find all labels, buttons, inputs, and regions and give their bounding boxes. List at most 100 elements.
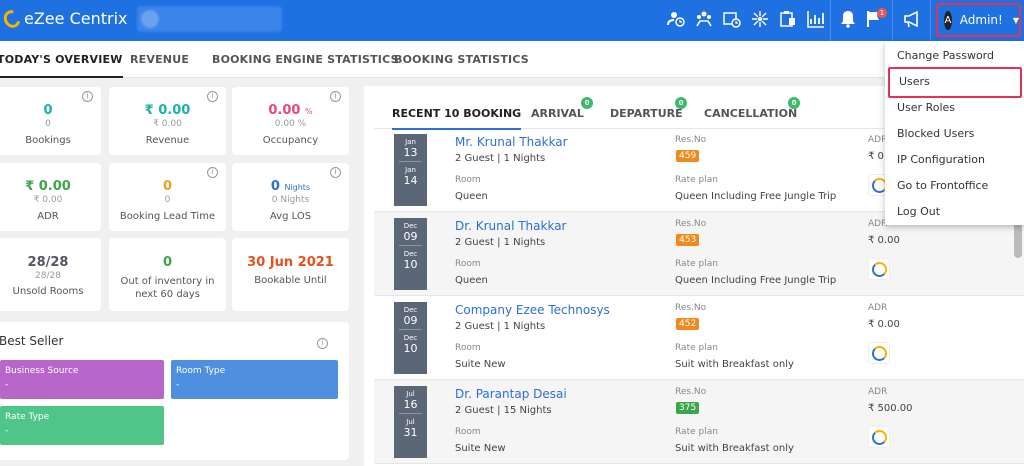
kpi-value: 0 [162,179,173,194]
kpi-adr: ₹ 0.00 ₹ 0.00 ADR [0,163,101,231]
kpi-label: Unsold Rooms [12,286,84,297]
room-value: Queen [455,275,488,286]
room-value: Queen [455,191,488,202]
guest-summary: 2 Guest | 15 Nights [455,405,552,416]
network-icon[interactable] [750,10,770,30]
room-label: Room [455,343,481,353]
property-selector[interactable] [137,6,282,32]
kpi-value-number: 0 [270,179,280,194]
checkout-day: 10 [403,258,418,271]
rateplan-label: Rate plan [675,259,718,269]
tab-booking-engine-statistics[interactable]: BOOKING ENGINE STATISTICS [212,53,399,66]
avatar: A [944,10,952,30]
booking-tabs: RECENT 10 BOOKING ARRIVAL 0 DEPARTURE 0 CA… [374,86,894,130]
kpi-value: 0 Nights [232,179,349,194]
tab-cancellation[interactable]: CANCELLATION 0 [704,97,800,120]
kpi-sub: 0.00 % [274,119,307,129]
booking-row[interactable]: Dec 09 Dec 10 Company Ezee Technosys 2 G… [374,296,1024,380]
checkout-day: 10 [403,342,418,355]
kpi-value: 0.00 % [232,103,349,118]
kpi-out-of-inventory: 0 Out of inventory in next 60 days [109,238,226,311]
adr-label: ADR [868,303,888,313]
checkin-day: 16 [403,398,418,411]
calendar-clock-icon[interactable] [722,10,742,30]
clipboard-icon[interactable] [778,10,798,30]
tab-arrival[interactable]: ARRIVAL 0 [531,97,593,120]
bar-chart-icon[interactable] [806,10,826,30]
guest-name-link[interactable]: Mr. Krunal Thakkar [455,135,568,149]
guest-name-link[interactable]: Dr. Krunal Thakkar [455,219,566,233]
app-logo[interactable]: eZee Centrix [0,6,128,31]
rateplan-value: Suit with Breakfast only [675,359,794,370]
kpi-label: Occupancy [262,135,319,146]
guest-name-link[interactable]: Company Ezee Technosys [455,303,610,317]
channel-logo-icon [868,258,890,280]
resno-badge: 375 [676,402,700,414]
tile-business-source[interactable]: Business Source - [0,360,164,399]
menu-item-log-out[interactable]: Log Out [885,198,1024,224]
tab-departure[interactable]: DEPARTURE 0 [610,97,687,120]
info-icon[interactable]: i [330,167,341,178]
booking-row[interactable]: Jul 16 Jul 31 Dr. Parantap Desai 2 Guest… [374,380,1024,464]
menu-item-ip-configuration[interactable]: IP Configuration [885,146,1024,172]
megaphone-icon[interactable] [902,10,922,30]
kpi-booking-lead-time: i 0 0 Booking Lead Time [109,163,226,231]
info-icon[interactable]: i [207,167,218,178]
count-badge: 0 [788,97,800,109]
kpi-label: Revenue [145,135,190,146]
tab-todays-overview[interactable]: TODAY'S OVERVIEW [0,53,123,78]
rateplan-value: Queen Including Free Jungle Trip [675,191,837,202]
checkin-day: 09 [403,230,418,243]
user-menu-button[interactable]: A Admin! ▼ [936,3,1021,37]
tab-booking-statistics[interactable]: BOOKING STATISTICS [394,53,529,66]
checkin-month: Dec [403,306,418,314]
kpi-sub: 0 [164,195,171,205]
info-icon[interactable]: i [330,91,341,102]
kpi-value: 0 [43,103,53,118]
kpi-sub: ₹ 0.00 [33,195,63,205]
info-icon[interactable]: i [317,338,328,349]
menu-item-blocked-users[interactable]: Blocked Users [885,120,1024,146]
kpi-sub: ₹ 0.00 [153,119,182,129]
guest-summary: 2 Guest | 1 Nights [455,321,546,332]
guest-summary: 2 Guest | 1 Nights [455,153,546,164]
tab-recent-10-booking[interactable]: RECENT 10 BOOKING [392,107,522,130]
room-label: Room [455,175,481,185]
logo-swirl-icon [0,6,24,31]
user-name: Admin! [959,13,1003,27]
bell-icon[interactable] [838,10,858,30]
tile-label: Business Source [5,366,79,376]
kpi-sub: 28/28 [35,271,61,281]
kpi-label: Out of inventory in next 60 days [120,276,215,300]
date-range: Dec 09 Dec 10 [394,218,427,290]
checkout-month: Jul [406,418,415,426]
tab-revenue[interactable]: REVENUE [130,53,189,66]
kpi-value: 28/28 [27,255,69,270]
resno-label: Res.No [675,303,707,313]
menu-item-go-to-frontoffice[interactable]: Go to Frontoffice [885,172,1024,198]
adr-value: ₹ 0.00 [868,319,900,330]
user-group-icon[interactable] [694,10,714,30]
tab-label: DEPARTURE [610,107,683,120]
count-badge: 0 [581,97,593,109]
guest-summary: 2 Guest | 1 Nights [455,237,546,248]
checkin-month: Jul [406,390,415,398]
kpi-label: ADR [37,211,59,222]
channel-logo-icon [868,426,890,448]
tile-room-type[interactable]: Room Type - [171,360,338,399]
checkin-day: 13 [403,146,418,159]
menu-item-user-roles[interactable]: User Roles [885,94,1024,120]
resno-label: Res.No [675,219,707,229]
menu-item-change-password[interactable]: Change Password [885,42,1024,68]
info-icon[interactable]: i [207,91,218,102]
tile-value: - [5,380,9,390]
guest-name-link[interactable]: Dr. Parantap Desai [455,387,567,401]
toolbar-divider [830,0,831,41]
date-range: Dec 09 Dec 10 [394,302,427,374]
user-clock-icon[interactable] [666,10,686,30]
info-icon[interactable]: i [82,91,93,102]
kpi-label: Avg LOS [269,211,312,222]
room-value: Suite New [455,443,506,454]
tile-rate-type[interactable]: Rate Type - [0,406,164,445]
adr-value: ₹ 0.00 [868,235,900,246]
